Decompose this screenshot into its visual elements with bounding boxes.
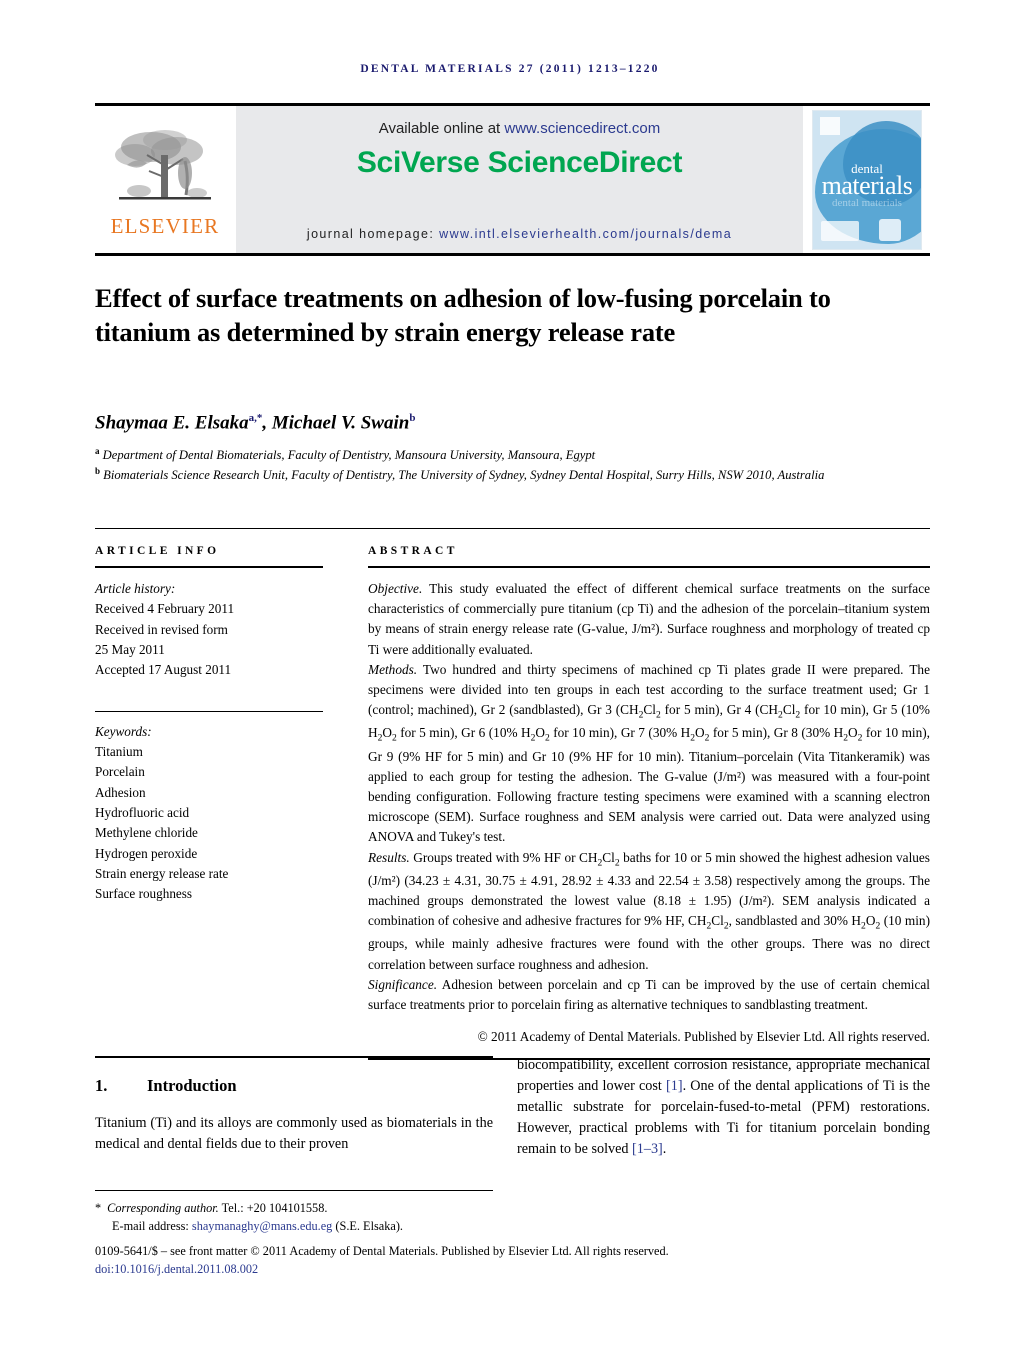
abstract-objective: Objective. This study evaluated the effe… — [368, 579, 930, 660]
keyword-item: Adhesion — [95, 784, 146, 800]
email-label: E-mail address: — [112, 1219, 192, 1234]
corresponding-author-tel: Tel.: +20 104101558. — [218, 1201, 328, 1215]
affiliation-a: a Department of Dental Biomaterials, Fac… — [95, 445, 930, 465]
abstract-methods-text-5: for 10 min), Gr 7 (30% H — [549, 725, 691, 741]
section-title: Introduction — [147, 1076, 237, 1095]
abstract-significance: Significance. Adhesion between porcelain… — [368, 975, 930, 1015]
keyword-item: Surface roughness — [95, 886, 193, 902]
keyword-item: Hydrofluoric acid — [95, 804, 190, 820]
sciencedirect-link[interactable]: www.sciencedirect.com — [504, 120, 660, 137]
abstract-results-label: Results. — [368, 849, 410, 865]
journal-cover-thumbnail: dental materials dental materials — [804, 106, 930, 253]
doi-label: doi: — [95, 1262, 115, 1277]
keyword-item: Titanium — [95, 743, 143, 759]
abstract-column: ABSTRACT Objective. This study evaluated… — [368, 545, 930, 1061]
doi-link[interactable]: 10.1016/j.dental.2011.08.002 — [114, 1262, 258, 1276]
affiliation-b: b Biomaterials Science Research Unit, Fa… — [95, 465, 930, 485]
section-heading-introduction: 1. Introduction — [95, 1076, 493, 1096]
running-head: Dental Materials 27 (2011) 1213–1220 — [360, 63, 660, 75]
cover-title-ghost: dental materials — [832, 196, 902, 209]
corresponding-author-label: Corresponding author. — [107, 1201, 219, 1215]
elsevier-tree-icon — [115, 129, 211, 199]
abstract-significance-text: Adhesion between porcelain and cp Ti can… — [368, 976, 930, 1013]
keywords-block: Keywords: Titanium Porcelain Adhesion Hy… — [95, 722, 323, 905]
article-info-rule — [95, 566, 323, 568]
abstract-results-text-3: , sandblasted and 30% H — [728, 913, 862, 929]
corresponding-author-footnote: * Corresponding author. Tel.: +20 1041015… — [95, 1199, 515, 1236]
doi-line: doi:10.1016/j.dental.2011.08.002 — [95, 1260, 935, 1278]
abstract-heading: ABSTRACT — [368, 545, 458, 557]
article-history-item: Received 4 February 2011 — [95, 601, 235, 617]
section-number: 1. — [95, 1076, 108, 1095]
footnote-line-1: * Corresponding author. Tel.: +20 1041015… — [95, 1199, 515, 1217]
abstract-rule — [368, 566, 930, 568]
affiliation-a-text: Department of Dental Biomaterials, Facul… — [102, 448, 596, 463]
footnote-marker: * — [95, 1201, 102, 1215]
cover-badge-right-icon — [879, 218, 901, 241]
sciverse-sciencedirect-logo: SciVerse ScienceDirect — [356, 146, 683, 179]
article-history-item: 25 May 2011 — [95, 641, 165, 657]
affiliation-b-text: Biomaterials Science Research Unit, Facu… — [103, 468, 825, 483]
keyword-item: Strain energy release rate — [95, 865, 229, 881]
abstract-methods-label: Methods. — [368, 661, 418, 677]
body-top-rule — [95, 1056, 493, 1058]
abstract-results-text-1: Groups treated with 9% HF or CH — [409, 849, 598, 865]
citation-ref-1-3[interactable]: [1–3] — [632, 1141, 663, 1157]
article-history-item: Accepted 17 August 2011 — [95, 662, 232, 678]
article-info-heading: ARTICLE INFO — [95, 545, 220, 557]
header-divider — [95, 528, 930, 529]
journal-homepage-label: journal homepage: — [306, 227, 440, 241]
author-list: Shaymaa E. Elsakaa,*, Michael V. Swainb — [95, 412, 416, 434]
body-column-right: biocompatibility, excellent corrosion re… — [517, 1055, 930, 1160]
footnote-line-2: E-mail address: shaymanaghy@mans.edu.eg … — [95, 1217, 515, 1235]
abstract-methods: Methods. Two hundred and thirty specimen… — [368, 661, 931, 845]
cover-badge-left-icon — [821, 220, 859, 241]
journal-homepage-url[interactable]: www.intl.elsevierhealth.com/journals/dem… — [439, 227, 732, 241]
elsevier-logo: ELSEVIER — [95, 106, 235, 253]
affiliation-marker-a: a — [95, 446, 100, 456]
body-column-left: 1. Introduction Titanium (Ti) and its al… — [95, 1062, 493, 1155]
front-matter-line: 0109-5641/$ – see front matter © 2011 Ac… — [95, 1244, 669, 1258]
sciencedirect-banner: Available online at www.sciencedirect.co… — [235, 106, 804, 253]
email-address-link[interactable]: shaymanaghy@mans.edu.eg — [192, 1219, 332, 1233]
article-info-column: ARTICLE INFO Article history: Received 4… — [95, 545, 323, 905]
article-history-label: Article history: — [95, 581, 176, 596]
email-author-suffix: (S.E. Elsaka). — [332, 1219, 404, 1234]
article-title: Effect of surface treatments on adhesion… — [95, 283, 831, 348]
article-page: Dental Materials 27 (2011) 1213–1220 — [0, 0, 1020, 1351]
article-history-item: Received in revised form — [95, 621, 228, 637]
abstract-objective-text: This study evaluated the effect of diffe… — [368, 581, 930, 657]
available-online-line: Available online at www.sciencedirect.co… — [379, 120, 661, 137]
abstract-methods-text-2: for 5 min), Gr 4 (CH — [660, 702, 779, 718]
keyword-item: Porcelain — [95, 764, 145, 780]
cover-image: dental materials dental materials — [812, 109, 922, 250]
abstract-body: Objective. This study evaluated the effe… — [368, 579, 930, 1047]
affiliations: a Department of Dental Biomaterials, Fac… — [95, 445, 930, 485]
abstract-methods-text-6: for 5 min), Gr 8 (30% H — [709, 725, 844, 741]
journal-homepage-line: journal homepage: www.intl.elsevierhealt… — [307, 227, 732, 241]
keyword-item: Methylene chloride — [95, 825, 198, 841]
abstract-objective-label: Objective. — [368, 581, 423, 596]
intro-paragraph-right: biocompatibility, excellent corrosion re… — [517, 1055, 930, 1160]
abstract-results: Results. Groups treated with 9% HF or CH… — [368, 849, 930, 972]
journal-masthead: ELSEVIER Available online at www.science… — [95, 103, 930, 256]
keywords-label: Keywords: — [95, 723, 152, 739]
keywords-divider — [95, 710, 323, 712]
page-footer: 0109-5641/$ – see front matter © 2011 Ac… — [95, 1242, 935, 1279]
article-history: Article history: Received 4 February 201… — [95, 579, 323, 681]
intro-right-text-3: . — [662, 1141, 667, 1158]
elsevier-wordmark: ELSEVIER — [110, 213, 220, 238]
footnote-rule — [95, 1190, 493, 1191]
intro-paragraph-left: Titanium (Ti) and its alloys are commonl… — [95, 1115, 493, 1153]
keyword-item: Hydrogen peroxide — [95, 845, 198, 861]
affiliation-marker-b: b — [95, 466, 101, 477]
abstract-methods-text-4: for 5 min), Gr 6 (10% H — [396, 725, 531, 741]
cover-elsevier-mark-icon — [820, 116, 840, 135]
abstract-copyright: © 2011 Academy of Dental Materials. Publ… — [477, 1029, 930, 1045]
citation-ref-1[interactable]: [1] — [666, 1078, 683, 1094]
available-online-text: Available online at — [378, 120, 505, 137]
abstract-significance-label: Significance. — [368, 976, 438, 992]
